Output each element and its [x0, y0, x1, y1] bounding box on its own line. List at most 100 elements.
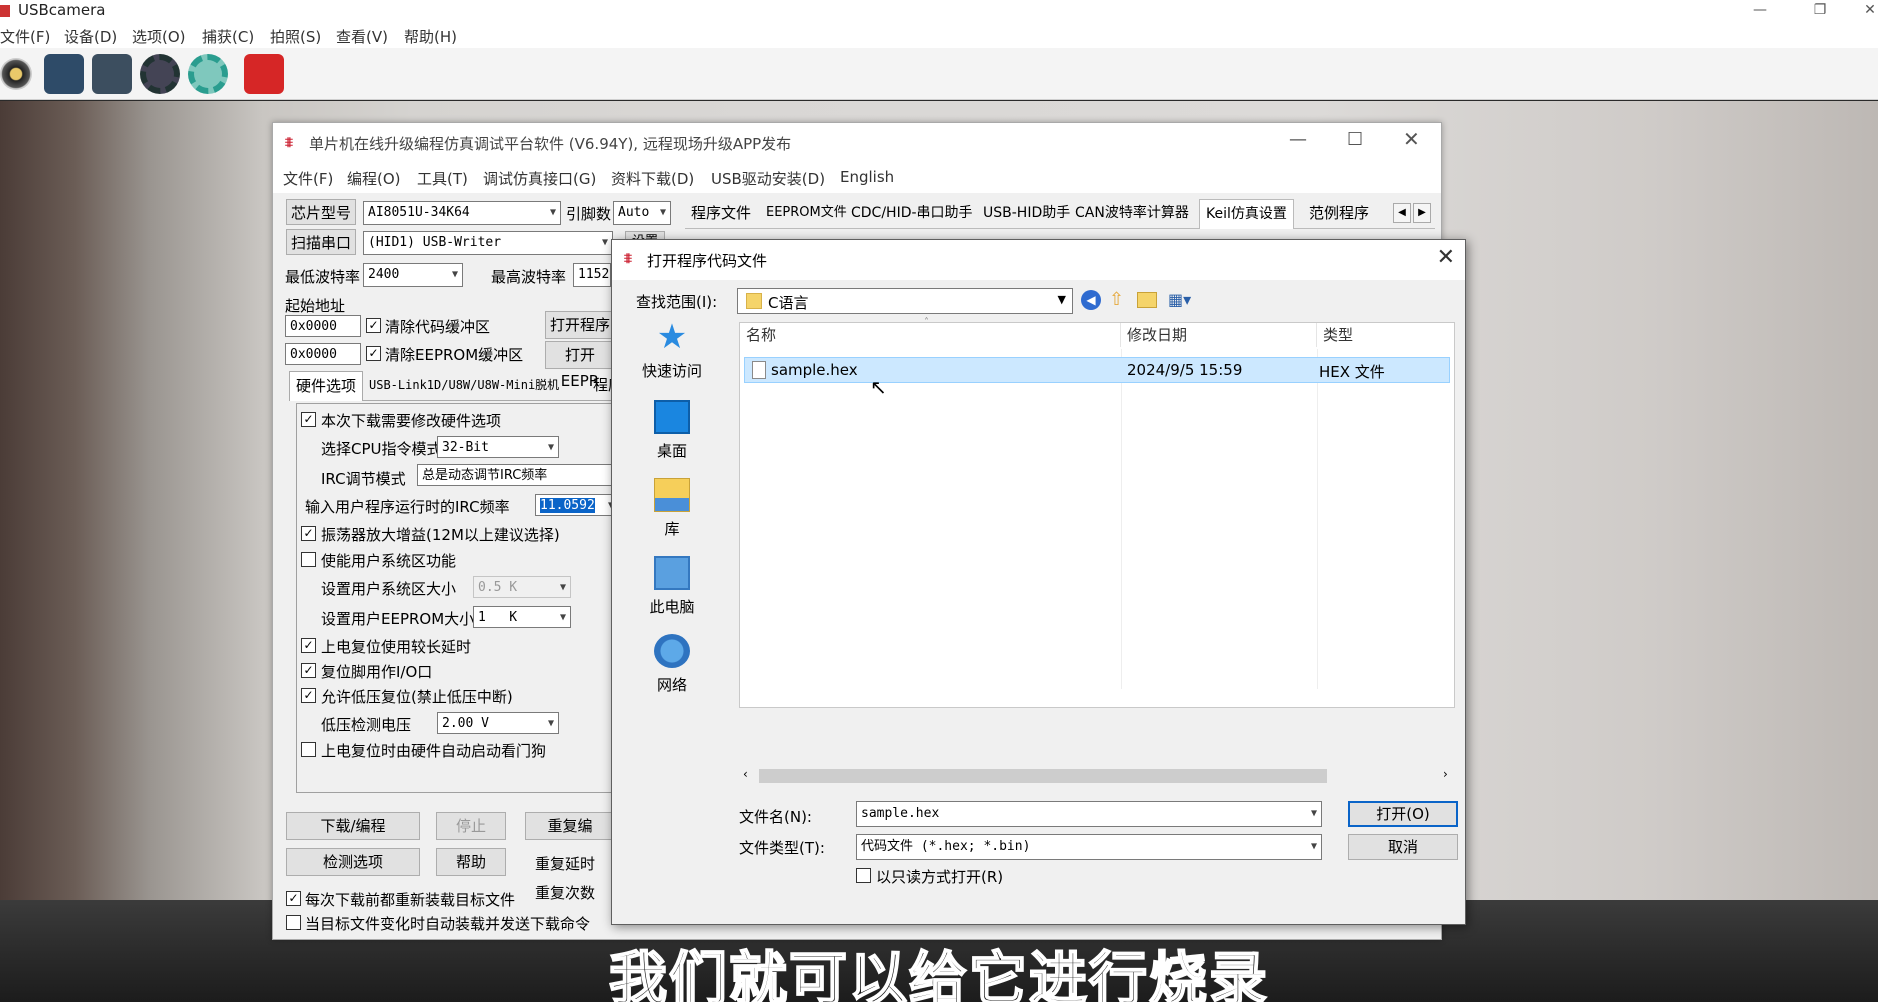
camcorder-icon[interactable] — [92, 54, 132, 94]
tab-hardware-options[interactable]: 硬件选项 — [289, 371, 364, 401]
record-red-icon[interactable] — [244, 54, 284, 94]
irc-freq-select[interactable]: 11.0592▼ — [535, 494, 619, 516]
open-button[interactable]: 打开(O) — [1348, 801, 1458, 827]
main-menu-tools[interactable]: 工具(T) — [417, 168, 468, 189]
open-program-button[interactable]: 打开程序 — [545, 311, 615, 339]
reset-pin-io-checkbox[interactable]: ✓ — [301, 663, 316, 678]
cancel-button[interactable]: 取消 — [1348, 834, 1458, 860]
settings-green-icon[interactable] — [188, 54, 228, 94]
column-type[interactable]: 类型 — [1317, 323, 1456, 347]
modify-hw-checkbox[interactable]: ✓ — [301, 412, 316, 427]
scroll-right-icon[interactable]: › — [1443, 767, 1448, 781]
menu-photo[interactable]: 拍照(S) — [270, 26, 321, 47]
system-size-select[interactable]: 0.5 K ▼ — [473, 576, 571, 598]
eeprom-size-select[interactable]: 1 K ▼ — [473, 606, 571, 628]
place-quick-access[interactable]: ★ 快速访问 — [627, 320, 717, 381]
pin-count-select[interactable]: Auto ▼ — [613, 201, 671, 225]
tab-program-file[interactable]: 程序文件 — [685, 199, 757, 229]
column-modified[interactable]: 修改日期 — [1121, 323, 1317, 347]
chip-model-select[interactable]: AI8051U-34K64 ▼ — [363, 201, 561, 225]
min-baud-select[interactable]: 2400 ▼ — [363, 263, 463, 287]
dialog-close-icon[interactable]: ✕ — [1437, 245, 1455, 270]
up-folder-icon[interactable]: ⇧ — [1109, 289, 1124, 310]
help-button[interactable]: 帮助 — [436, 848, 506, 876]
restore-button[interactable]: ❐ — [1800, 0, 1840, 22]
main-menu-download[interactable]: 资料下载(D) — [611, 168, 694, 189]
settings-icon[interactable] — [140, 54, 180, 94]
reload-file-checkbox[interactable]: ✓ — [286, 891, 301, 906]
menu-capture[interactable]: 捕获(C) — [202, 26, 254, 47]
clear-code-checkbox[interactable]: ✓ — [366, 318, 381, 333]
view-menu-icon[interactable]: ▦▾ — [1168, 290, 1191, 309]
max-baud-select[interactable]: 11520 — [573, 263, 611, 287]
osc-gain-checkbox[interactable]: ✓ — [301, 526, 316, 541]
main-menu-file[interactable]: 文件(F) — [283, 168, 333, 189]
main-menu-debug[interactable]: 调试仿真接口(G) — [483, 168, 596, 189]
port-select[interactable]: (HID1) USB-Writer ▼ — [363, 231, 613, 255]
look-in-select[interactable]: C语言 ▼ — [737, 288, 1073, 314]
place-desktop[interactable]: 桌面 — [627, 400, 717, 461]
filetype-label: 文件类型(T): — [739, 839, 825, 857]
close-button[interactable]: ✕ — [1850, 0, 1878, 22]
auto-load-checkbox[interactable] — [286, 915, 301, 930]
low-voltage-reset-checkbox[interactable]: ✓ — [301, 688, 316, 703]
tab-keil-settings[interactable]: Keil仿真设置 — [1199, 199, 1294, 229]
irc-mode-select[interactable]: 总是动态调节IRC频率 — [417, 464, 625, 486]
menu-device[interactable]: 设备(D) — [64, 26, 117, 47]
library-icon — [654, 478, 690, 512]
eeprom-address-input[interactable]: 0x0000 — [285, 343, 361, 365]
user-system-area-checkbox[interactable] — [301, 552, 316, 567]
long-reset-delay-checkbox[interactable]: ✓ — [301, 638, 316, 653]
lens-icon[interactable] — [0, 58, 32, 90]
main-menu-usb-driver[interactable]: USB驱动安装(D) — [711, 168, 825, 189]
filetype-select[interactable]: 代码文件 (*.hex; *.bin) ▼ — [856, 834, 1322, 860]
code-address-input[interactable]: 0x0000 — [285, 315, 361, 337]
minimize-button[interactable]: — — [1740, 0, 1780, 22]
menu-options[interactable]: 选项(O) — [132, 26, 186, 47]
chip-model-button[interactable]: 芯片型号 — [286, 199, 356, 225]
tab-eeprom-file[interactable]: EEPROM文件 — [760, 199, 853, 229]
menu-file[interactable]: 文件(F) — [0, 26, 50, 47]
tab-scroll-right-icon[interactable]: ▶ — [1413, 203, 1431, 223]
menu-view[interactable]: 查看(V) — [336, 26, 388, 47]
repeat-program-button[interactable]: 重复编 — [525, 812, 615, 840]
tab-can-baud[interactable]: CAN波特率计算器 — [1069, 199, 1195, 229]
download-program-button[interactable]: 下载/编程 — [286, 812, 420, 840]
main-minimize-button[interactable]: — — [1289, 129, 1307, 150]
file-list: 名称 ˄ 修改日期 类型 sample.hex 2024/9/5 15:59 H… — [739, 317, 1456, 708]
stop-button[interactable]: 停止 — [436, 812, 506, 840]
low-voltage-select[interactable]: 2.00 V ▼ — [437, 712, 559, 734]
place-this-pc[interactable]: 此电脑 — [627, 556, 717, 617]
place-library[interactable]: 库 — [627, 478, 717, 539]
camera-icon[interactable] — [44, 54, 84, 94]
place-network[interactable]: 网络 — [627, 634, 717, 695]
low-voltage-label: 低压检测电压 — [321, 716, 412, 734]
tab-serial-assistant[interactable]: CDC/HID-串口助手 — [845, 199, 979, 229]
column-name[interactable]: 名称 — [740, 323, 1121, 347]
auto-watchdog-checkbox[interactable] — [301, 742, 316, 757]
scroll-left-icon[interactable]: ‹ — [743, 767, 748, 781]
back-icon[interactable]: ◀ — [1081, 290, 1101, 310]
file-row[interactable]: sample.hex 2024/9/5 15:59 HEX 文件 — [744, 357, 1450, 383]
scan-port-button[interactable]: 扫描串口 — [286, 229, 356, 255]
tab-scroll-left-icon[interactable]: ◀ — [1393, 203, 1411, 223]
main-menu-program[interactable]: 编程(O) — [347, 168, 401, 189]
menu-help[interactable]: 帮助(H) — [404, 26, 457, 47]
open-eeprom-button[interactable]: 打开EEPR — [545, 341, 615, 390]
tab-examples[interactable]: 范例程序 — [1303, 199, 1375, 229]
main-close-button[interactable]: ✕ — [1403, 127, 1420, 151]
new-folder-icon[interactable] — [1137, 292, 1157, 308]
readonly-checkbox[interactable] — [856, 868, 871, 883]
scrollbar-thumb[interactable] — [759, 769, 1327, 783]
filename-input[interactable]: sample.hex ▼ — [856, 801, 1322, 827]
main-menu-english[interactable]: English — [840, 168, 894, 186]
horizontal-scrollbar[interactable]: ‹ › — [739, 766, 1455, 786]
main-maximize-button[interactable]: ☐ — [1347, 129, 1363, 150]
tab-usb-link-offline[interactable]: USB-Link1D/U8W/U8W-Mini脱机 — [363, 371, 565, 401]
tab-usb-hid[interactable]: USB-HID助手 — [977, 199, 1076, 229]
check-options-button[interactable]: 检测选项 — [286, 848, 420, 876]
computer-icon — [654, 556, 690, 590]
clear-eeprom-checkbox[interactable]: ✓ — [366, 346, 381, 361]
low-voltage-reset-label: 允许低压复位(禁止低压中断) — [321, 688, 513, 706]
cpu-mode-select[interactable]: 32-Bit ▼ — [437, 436, 559, 458]
